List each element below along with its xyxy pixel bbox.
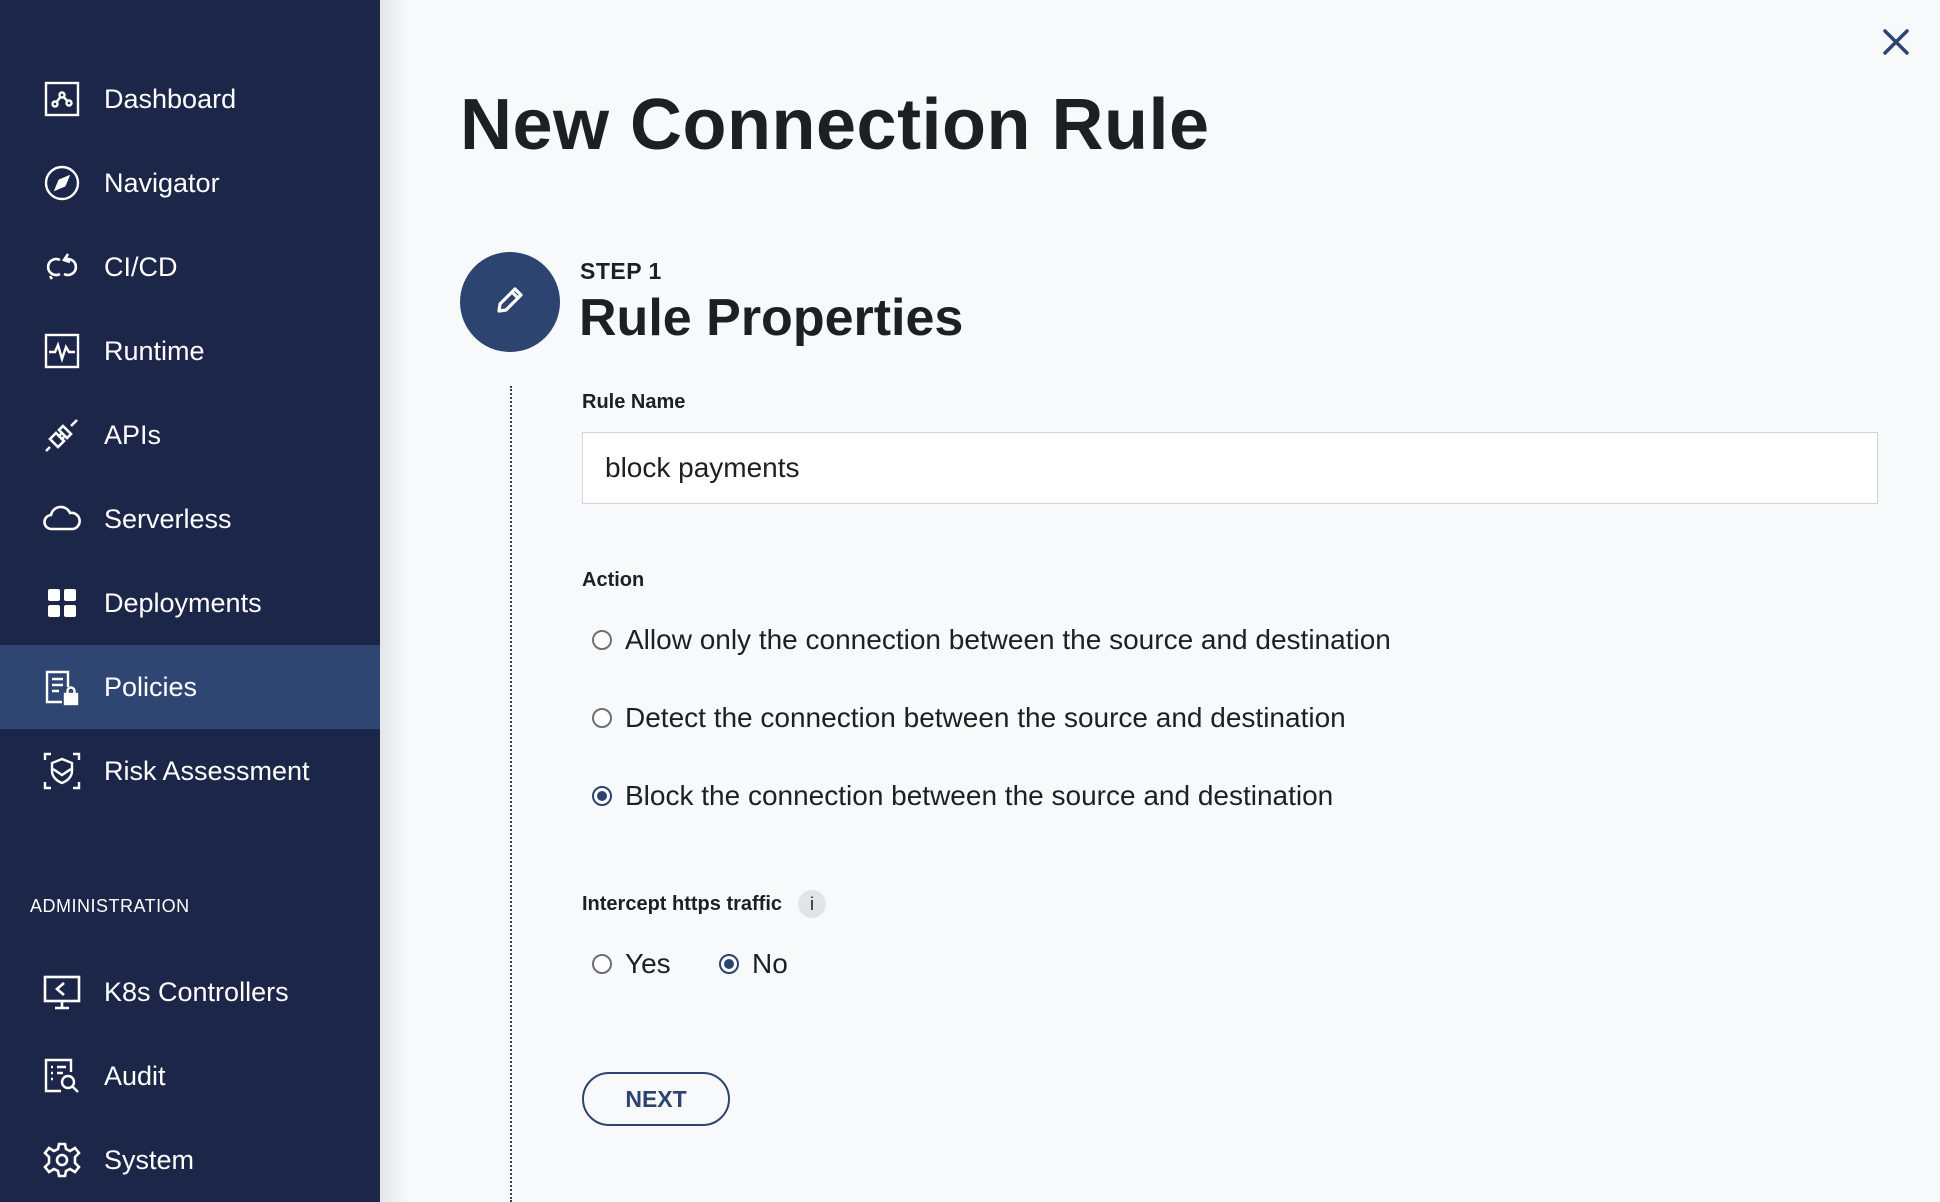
- grid-icon: [40, 581, 84, 625]
- sidebar-item-label: Deployments: [104, 587, 262, 618]
- sidebar-item-deployments[interactable]: Deployments: [0, 561, 380, 645]
- action-option-label: Block the connection between the source …: [625, 780, 1334, 811]
- intercept-option-label: No: [752, 948, 788, 979]
- action-radio-detect[interactable]: [592, 708, 612, 728]
- risk-shield-icon: [40, 749, 84, 793]
- sidebar-item-label: Dashboard: [104, 83, 237, 114]
- api-icon: [40, 413, 84, 457]
- gear-icon: [40, 1138, 84, 1182]
- sidebar-item-risk-assessment[interactable]: Risk Assessment: [0, 729, 380, 813]
- sidebar-item-label: APIs: [104, 419, 162, 450]
- sidebar-item-audit[interactable]: Audit: [0, 1034, 380, 1118]
- action-radio-block[interactable]: [592, 786, 612, 806]
- action-option-block[interactable]: Block the connection between the source …: [592, 780, 1333, 812]
- action-option-label: Detect the connection between the source…: [625, 702, 1346, 733]
- step-connector-line: [510, 386, 512, 1202]
- sidebar-item-apis[interactable]: APIs: [0, 393, 380, 477]
- monitor-icon: [40, 970, 84, 1014]
- info-icon[interactable]: i: [798, 890, 826, 918]
- intercept-option-yes[interactable]: Yes: [592, 948, 671, 980]
- action-radio-allow[interactable]: [592, 630, 612, 650]
- dashboard-icon: [40, 77, 84, 121]
- admin-nav: K8s Controllers Audit System: [0, 950, 380, 1202]
- step-number: STEP 1: [580, 258, 662, 284]
- intercept-radio-no[interactable]: [719, 954, 739, 974]
- sidebar-item-label: Risk Assessment: [104, 755, 310, 786]
- intercept-option-label: Yes: [625, 948, 671, 979]
- step-badge: [460, 252, 560, 352]
- next-button[interactable]: NEXT: [582, 1072, 730, 1126]
- sidebar-item-label: Serverless: [104, 503, 232, 534]
- sidebar-item-system[interactable]: System: [0, 1118, 380, 1202]
- action-option-label: Allow only the connection between the so…: [625, 624, 1391, 655]
- action-option-detect[interactable]: Detect the connection between the source…: [592, 702, 1346, 734]
- sidebar-item-serverless[interactable]: Serverless: [0, 477, 380, 561]
- audit-icon: [40, 1054, 84, 1098]
- sidebar-item-cicd[interactable]: CI/CD: [0, 225, 380, 309]
- sidebar-item-navigator[interactable]: Navigator: [0, 141, 380, 225]
- sidebar-item-label: System: [104, 1144, 195, 1175]
- intercept-https-label: Intercept https traffic: [582, 893, 783, 915]
- sidebar-item-k8s-controllers[interactable]: K8s Controllers: [0, 950, 380, 1034]
- intercept-option-no[interactable]: No: [719, 948, 788, 980]
- compass-icon: [40, 161, 84, 205]
- rule-name-input[interactable]: [582, 432, 1878, 504]
- sidebar-item-label: Audit: [104, 1060, 166, 1091]
- sidebar-item-dashboard[interactable]: Dashboard: [0, 57, 380, 141]
- sidebar-shadow: [380, 0, 410, 1202]
- sidebar-item-label: Navigator: [104, 167, 220, 198]
- close-icon: [1882, 28, 1910, 61]
- administration-section-label: ADMINISTRATION: [30, 896, 190, 916]
- action-option-allow[interactable]: Allow only the connection between the so…: [592, 624, 1391, 656]
- page-title: New Connection Rule: [460, 85, 1210, 165]
- close-button[interactable]: [1876, 24, 1916, 64]
- runtime-icon: [40, 329, 84, 373]
- sidebar-item-label: CI/CD: [104, 251, 178, 282]
- sidebar-nav: Dashboard Navigator CI/CD Runtime APIs S…: [0, 0, 380, 813]
- intercept-radio-yes[interactable]: [592, 954, 612, 974]
- sidebar-item-label: Policies: [104, 671, 198, 702]
- action-label: Action: [582, 569, 645, 591]
- sidebar: Dashboard Navigator CI/CD Runtime APIs S…: [0, 0, 380, 1202]
- sidebar-item-label: Runtime: [104, 335, 205, 366]
- rule-name-label: Rule Name: [582, 391, 686, 413]
- pencil-icon: [493, 283, 527, 322]
- policy-icon: [40, 665, 84, 709]
- cicd-icon: [40, 245, 84, 289]
- step-title: Rule Properties: [579, 289, 964, 347]
- sidebar-item-runtime[interactable]: Runtime: [0, 309, 380, 393]
- cloud-icon: [40, 497, 84, 541]
- sidebar-item-policies[interactable]: Policies: [0, 645, 380, 729]
- sidebar-item-label: K8s Controllers: [104, 976, 289, 1007]
